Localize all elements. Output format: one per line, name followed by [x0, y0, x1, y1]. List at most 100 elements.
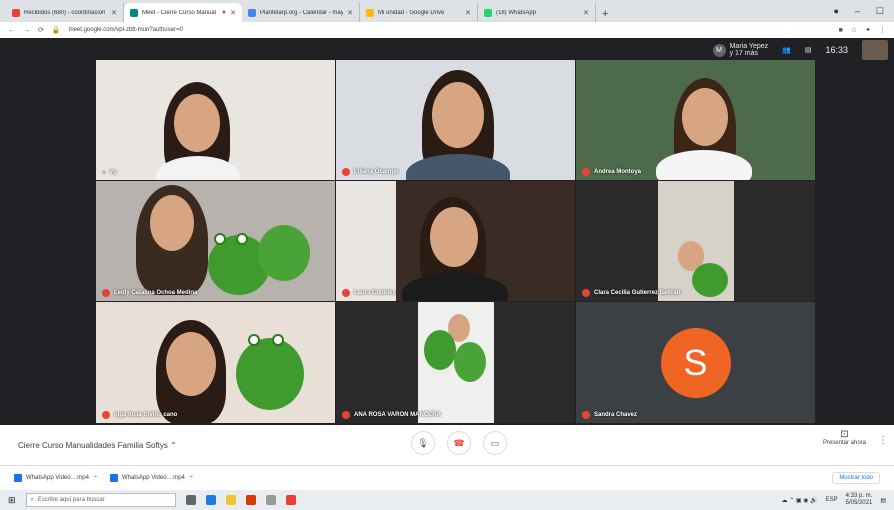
forward-icon[interactable]: → [23, 27, 30, 34]
chat-icon[interactable]: ▤ [805, 46, 812, 54]
participants-chip[interactable]: M Maria Yepez y 17 más [712, 43, 769, 57]
meet-top-bar: M Maria Yepez y 17 más 👥 ▤ 16:33 [712, 38, 894, 62]
show-all-button[interactable]: Mostrar todo [832, 472, 880, 484]
close-tab-icon[interactable]: ✕ [230, 9, 236, 17]
call-controls: 🎙 ☎ ▭ [411, 431, 507, 455]
frog-eye [214, 233, 226, 245]
close-tab-icon[interactable]: ✕ [583, 9, 589, 17]
participant-tile[interactable]: Liliana Ocampo [336, 60, 575, 180]
mic-off-icon [582, 289, 590, 297]
participant-tile[interactable]: Leidy Catalina Ochoa Medina [96, 181, 335, 301]
user-name: Maria Yepez [729, 43, 769, 50]
present-icon: ⊡ [840, 429, 849, 440]
maximize-icon[interactable]: ☐ [876, 6, 884, 17]
system-clock[interactable]: 4:33 p. m. 5/05/2021 [846, 493, 873, 507]
frog-toy [424, 330, 456, 370]
present-now-button[interactable]: ⊡ Presentar ahora [823, 429, 866, 446]
participant-tile[interactable]: ◖ Yo [96, 60, 335, 180]
participant-tile[interactable]: ANA ROSA VARON MANCERA [336, 302, 575, 423]
tab-label: Mi unidad - Google Drive [378, 9, 445, 16]
participant-face [166, 332, 216, 396]
file-explorer-icon[interactable] [225, 495, 236, 505]
browser-tab[interactable]: Mi unidad - Google Drive ✕ [360, 3, 478, 22]
reload-icon[interactable]: ⟳ [38, 26, 44, 34]
participant-tile[interactable]: olga lucia triviño cano [96, 302, 335, 423]
taskbar: ⊞ ⌕ Escribe aquí para buscar ☁ ⌃ ▣ ◉ 🔊 E… [0, 490, 894, 510]
frog-toy [692, 263, 728, 297]
close-tab-icon[interactable]: ✕ [465, 9, 471, 17]
file-icon [14, 474, 22, 482]
browser-tab[interactable]: Plantelarp.org - Calendar - mayo ✕ [242, 3, 360, 22]
bookmark-star-icon[interactable]: ☆ [851, 26, 857, 34]
mic-off-icon [342, 411, 350, 419]
avatar: S [660, 327, 731, 398]
minimize-icon[interactable]: – [855, 6, 860, 16]
address-bar[interactable]: meet.google.com/vpi-zbtt-mun?authuser=0 [69, 27, 183, 33]
participant-face [682, 88, 728, 146]
language-indicator[interactable]: ESP [826, 497, 838, 503]
search-icon: ⌕ [30, 496, 34, 503]
more-options-icon[interactable]: ⋮ [878, 435, 888, 446]
close-tab-icon[interactable]: ✕ [347, 9, 353, 17]
people-icon[interactable]: 👥 [782, 46, 791, 54]
participant-body [406, 154, 510, 180]
tab-label: Meet - Cierre Curso Manual [142, 9, 217, 16]
system-tray: ☁ ⌃ ▣ ◉ 🔊 ESP 4:33 p. m. 5/05/2021 ▤ [782, 493, 886, 507]
participant-face [432, 82, 484, 148]
meeting-clock: 16:33 [825, 45, 848, 55]
back-icon[interactable]: ← [8, 27, 15, 34]
mic-off-icon [582, 411, 590, 419]
browser-toolbar: ← → ⟳ 🔒 meet.google.com/vpi-zbtt-mun?aut… [0, 22, 894, 38]
chrome-icon[interactable] [285, 495, 296, 505]
menu-dots-icon[interactable]: ⋮ [879, 26, 886, 34]
participant-name: ◖ Yo [102, 170, 117, 176]
participant-name: Leidy Catalina Ochoa Medina [102, 289, 197, 297]
notifications-icon[interactable]: ▤ [880, 497, 886, 504]
participant-tile[interactable]: S Sandra Chavez [576, 302, 815, 423]
drive-icon [366, 8, 374, 17]
lock-icon: 🔒 [51, 27, 61, 34]
self-view-thumbnail[interactable] [862, 40, 888, 60]
participant-face [174, 94, 220, 152]
file-icon [109, 474, 118, 482]
extensions-icon[interactable]: ✦ [865, 26, 871, 34]
store-icon[interactable] [265, 495, 276, 505]
browser-tab-active[interactable]: Meet - Cierre Curso Manual ● ✕ [124, 3, 242, 22]
participant-name: Clara Cecilia Gutierrez Beltrán [582, 289, 680, 297]
meet-stage: M Maria Yepez y 17 más 👥 ▤ 16:33 ◖ Yo Li… [0, 38, 894, 425]
participant-name: Andrea Montoya [582, 168, 641, 176]
task-view-icon[interactable] [185, 495, 196, 505]
camera-indicator-icon[interactable]: ■ [839, 27, 843, 34]
chevron-up-icon[interactable]: ⌃ [93, 475, 98, 482]
office-icon[interactable] [245, 495, 256, 505]
profile-dot-icon[interactable]: ● [833, 6, 838, 16]
windows-start-icon[interactable]: ⊞ [8, 495, 16, 506]
tray-icons[interactable]: ☁ ⌃ ▣ ◉ 🔊 [782, 497, 818, 504]
mic-off-icon [582, 168, 590, 176]
microphone-button[interactable]: 🎙 [411, 431, 435, 455]
participant-tile[interactable]: Laura Cubides [336, 181, 575, 301]
participant-name: ANA ROSA VARON MANCERA [342, 411, 441, 419]
end-call-button[interactable]: ☎ [447, 431, 471, 455]
new-tab-button[interactable]: + [596, 8, 614, 22]
chevron-up-icon[interactable]: ⌃ [189, 475, 194, 482]
taskbar-search[interactable]: ⌕ Escribe aquí para buscar [25, 493, 176, 507]
browser-tab[interactable]: (18) WhatsApp ✕ [478, 3, 596, 22]
edge-icon[interactable] [205, 495, 216, 505]
frog-toy [236, 338, 304, 410]
frog-toy [258, 225, 310, 281]
close-tab-icon[interactable]: ✕ [111, 9, 117, 17]
participant-face [150, 195, 194, 251]
recording-dot-icon: ● [221, 9, 227, 16]
download-item[interactable]: WhatsApp Video....mp4 ⌃ [109, 474, 194, 482]
participant-tile[interactable]: Andrea Montoya [576, 60, 815, 180]
door-background [336, 181, 396, 301]
tab-label: Recibidos (680) - coordinacion [24, 9, 106, 16]
camera-button[interactable]: ▭ [483, 431, 507, 455]
browser-tab[interactable]: Recibidos (680) - coordinacion ✕ [6, 3, 124, 22]
meeting-title[interactable]: Cierre Curso Manualidades Familia Softys… [18, 441, 177, 450]
tab-label: Plantelarp.org - Calendar - mayo [260, 9, 344, 16]
participant-tile[interactable]: Clara Cecilia Gutierrez Beltrán [576, 181, 815, 301]
download-item[interactable]: WhatsApp Video....mp4 ⌃ [14, 474, 98, 482]
mic-off-icon [102, 289, 110, 297]
